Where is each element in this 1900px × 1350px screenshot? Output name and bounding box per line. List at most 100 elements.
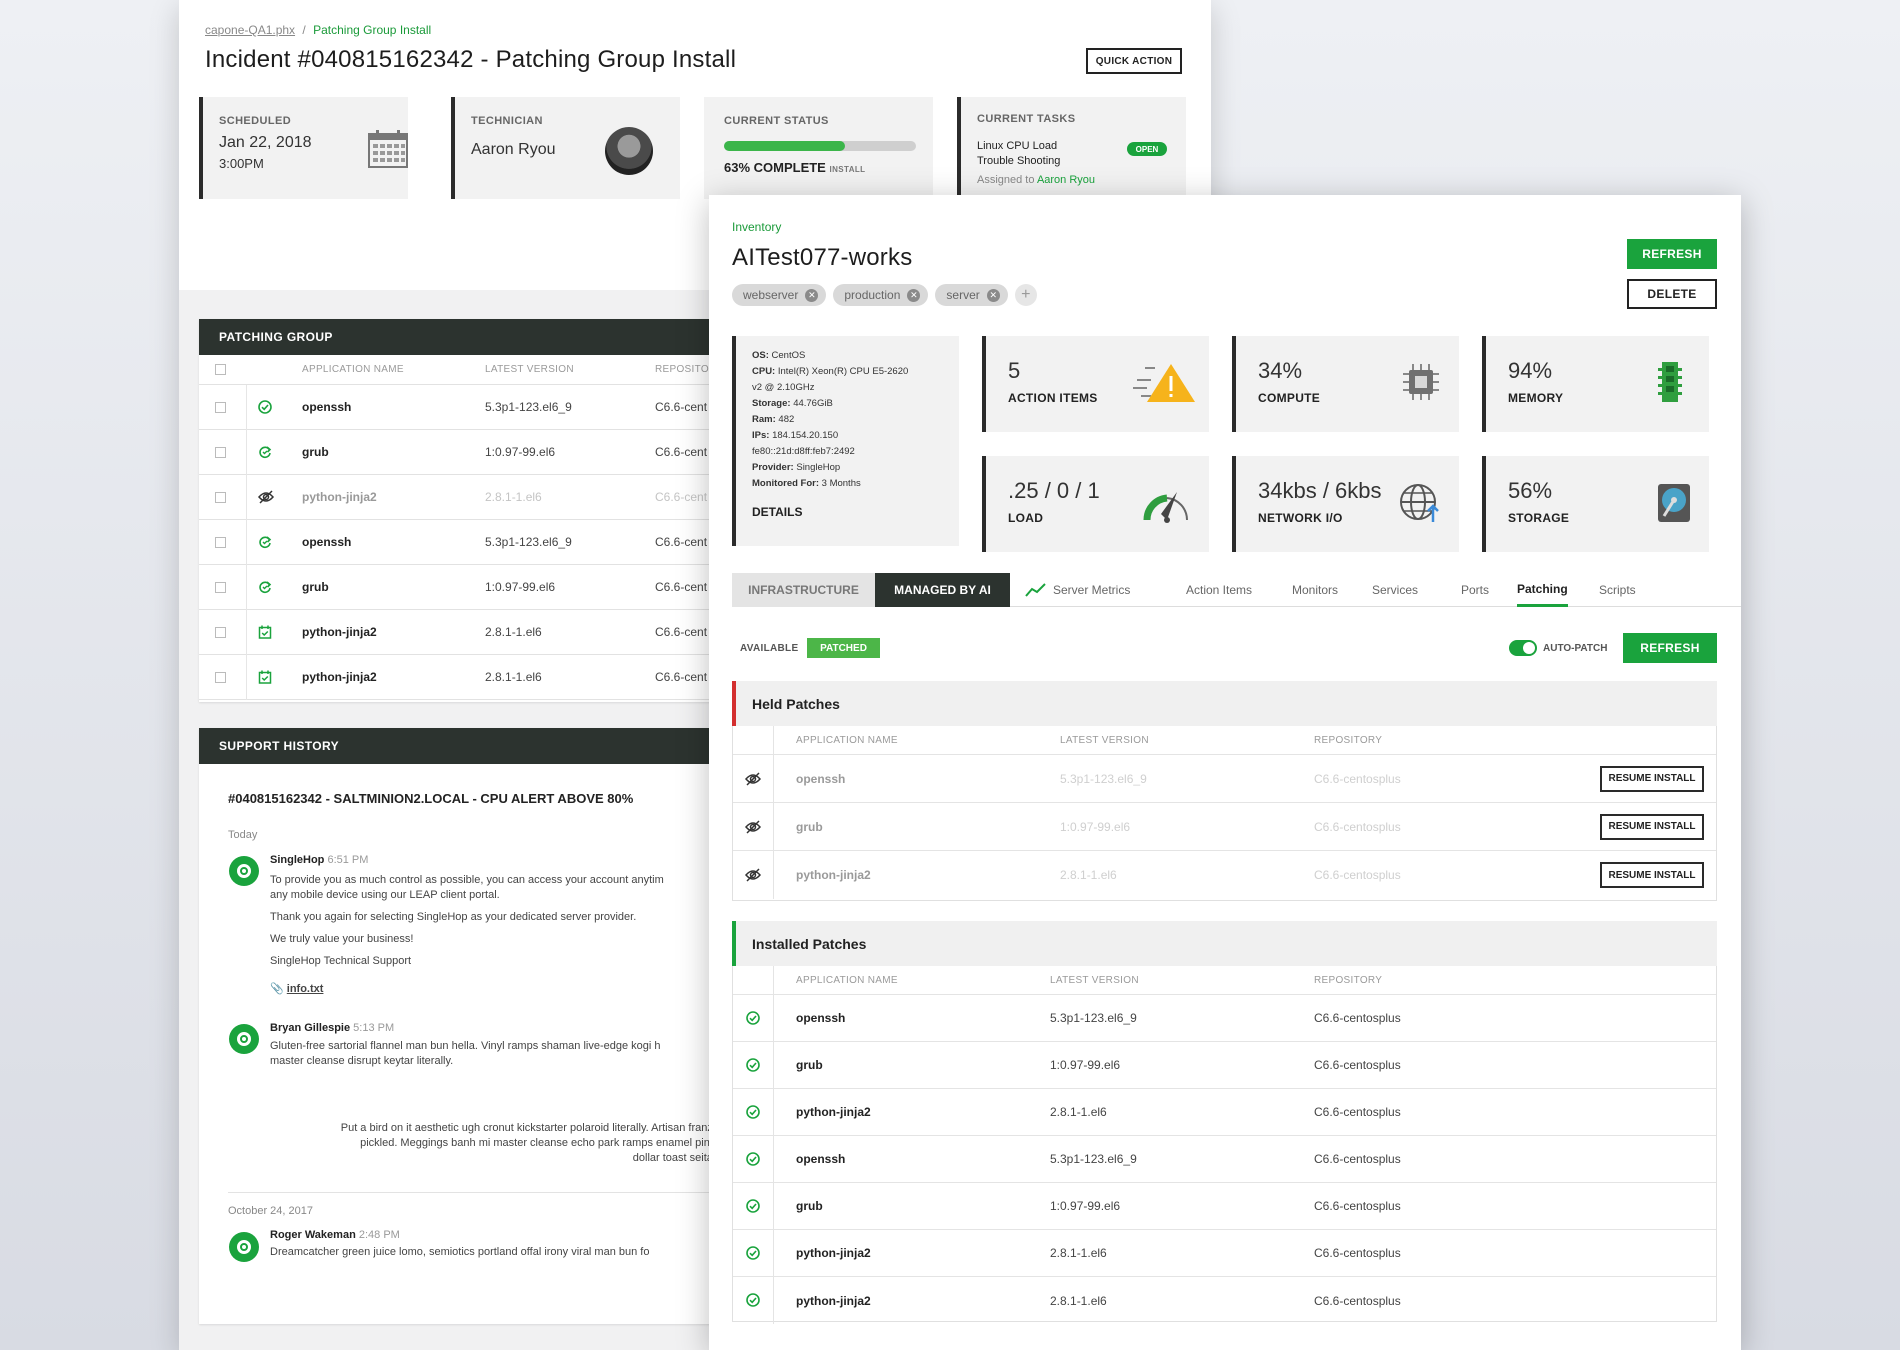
task-line-2[interactable]: Trouble Shooting [977, 155, 1060, 167]
stat-action-items[interactable]: 5 ACTION ITEMS [982, 336, 1209, 432]
assigned-name[interactable]: Aaron Ryou [1037, 174, 1095, 186]
stat-value: 34kbs / 6kbs [1258, 478, 1382, 503]
inventory-breadcrumb[interactable]: Inventory [732, 220, 781, 234]
resume-install-button[interactable]: RESUME INSTALL [1600, 813, 1704, 840]
row-divider [246, 385, 247, 430]
repository: C6.6-centosplus [1314, 1152, 1401, 1166]
stat-storage[interactable]: 56% STORAGE [1482, 456, 1709, 552]
latest-version: 2.8.1-1.el6 [1050, 1293, 1107, 1308]
details-link[interactable]: DETAILS [752, 504, 959, 520]
os-value: CentOS [771, 350, 806, 361]
stat-label: MEMORY [1508, 391, 1564, 405]
tasks-card: CURRENT TASKS Linux CPU Load Trouble Sho… [957, 97, 1186, 199]
storage-label: Storage: [752, 398, 791, 409]
tag-server[interactable]: server ✕ [935, 284, 1008, 306]
task-line-1[interactable]: Linux CPU Load [977, 140, 1057, 152]
tab-managed-by-ai[interactable]: MANAGED BY AI [875, 573, 1010, 607]
table-row[interactable]: python-jinja2 2.8.1-1.el6 C6.6-cent [199, 475, 719, 520]
filter-patched[interactable]: PATCHED [807, 638, 880, 658]
col-app-name: APPLICATION NAME [302, 364, 404, 375]
close-icon[interactable]: ✕ [986, 288, 1000, 302]
held-patches: Held Patches APPLICATION NAME LATEST VER… [732, 681, 1717, 901]
tab-server-metrics[interactable]: Server Metrics [1025, 573, 1130, 607]
stat-network-io[interactable]: 34kbs / 6kbs NETWORK I/O [1232, 456, 1459, 552]
table-row[interactable]: grub 1:0.97-99.el6 C6.6-cent [199, 430, 719, 475]
stat-memory[interactable]: 94% MEMORY [1482, 336, 1709, 432]
resume-install-button[interactable]: RESUME INSTALL [1600, 765, 1704, 792]
filter-available[interactable]: AVAILABLE [740, 643, 798, 654]
stat-label: LOAD [1008, 511, 1044, 525]
warning-icon [1133, 364, 1195, 402]
stat-compute[interactable]: 34% COMPUTE [1232, 336, 1459, 432]
row-checkbox[interactable] [215, 401, 226, 413]
select-all-checkbox[interactable] [215, 364, 226, 375]
monitored-row: Monitored For: 3 Months [752, 476, 959, 492]
close-icon[interactable]: ✕ [805, 288, 819, 302]
row-checkbox[interactable] [215, 446, 226, 458]
app-name: openssh [796, 1011, 846, 1025]
table-row: python-jinja2 2.8.1-1.el6 C6.6-centosplus [733, 1089, 1716, 1136]
breadcrumb: capone-QA1.phx / Patching Group Install [205, 23, 431, 37]
resume-install-button[interactable]: RESUME INSTALL [1600, 862, 1704, 888]
provider-value: SingleHop [796, 462, 841, 473]
table-row: python-jinja2 2.8.1-1.el6 C6.6-centosplus [733, 1277, 1716, 1324]
storage-value: 44.76GiB [793, 398, 833, 409]
memory-icon [1658, 362, 1682, 402]
row-checkbox[interactable] [215, 536, 226, 548]
ram-label: Ram: [752, 414, 776, 425]
tab-services[interactable]: Services [1372, 573, 1418, 607]
refresh-button[interactable]: REFRESH [1627, 239, 1717, 269]
quote-line-1: Put a bird on it aesthetic ugh cronut ki… [340, 1122, 719, 1134]
held-patches-title: Held Patches [732, 681, 1717, 726]
table-row[interactable]: python-jinja2 2.8.1-1.el6 C6.6-cent [199, 610, 719, 655]
inventory-panel: Inventory AITest077-works REFRESH DELETE… [709, 195, 1741, 1350]
app-name: openssh [796, 1152, 846, 1166]
eye-slash-icon [745, 772, 761, 789]
breadcrumb-current: Patching Group Install [313, 23, 432, 37]
attachment-name[interactable]: info.txt [287, 983, 324, 995]
line-chart-icon [1025, 583, 1046, 597]
app-name: grub [796, 1058, 823, 1072]
tab-action-items[interactable]: Action Items [1186, 573, 1252, 607]
row-checkbox[interactable] [215, 671, 226, 683]
table-row: openssh 5.3p1-123.el6_9 C6.6-centosplus [733, 1136, 1716, 1183]
message-1-line-5: SingleHop Technical Support [270, 955, 412, 967]
tag-production[interactable]: production ✕ [833, 284, 929, 306]
row-divider [246, 655, 247, 700]
technician-label: TECHNICIAN [471, 115, 543, 127]
table-row[interactable]: grub 1:0.97-99.el6 C6.6-cent [199, 565, 719, 610]
stat-load[interactable]: .25 / 0 / 1 LOAD [982, 456, 1209, 552]
tab-ports[interactable]: Ports [1461, 573, 1489, 607]
message-2-line-2: master cleanse disrupt keytar literally. [270, 1055, 454, 1067]
add-tag-icon[interactable]: + [1014, 284, 1037, 306]
check-circle-icon [746, 1058, 760, 1075]
eye-slash-icon [745, 820, 761, 837]
table-row[interactable]: openssh 5.3p1-123.el6_9 C6.6-cent [199, 520, 719, 565]
row-divider [246, 430, 247, 475]
attachment[interactable]: 📎 info.txt [270, 982, 323, 995]
quick-action-button[interactable]: QUICK ACTION [1086, 48, 1182, 74]
delete-button[interactable]: DELETE [1627, 279, 1717, 309]
tab-scripts[interactable]: Scripts [1599, 573, 1636, 607]
tab-infrastructure[interactable]: INFRASTRUCTURE [732, 573, 875, 607]
row-checkbox[interactable] [215, 626, 226, 638]
row-checkbox[interactable] [215, 491, 226, 503]
installed-patches-title: Installed Patches [732, 921, 1717, 966]
tab-patching[interactable]: Patching [1517, 573, 1568, 607]
table-row[interactable]: openssh 5.3p1-123.el6_9 C6.6-cent [199, 385, 719, 430]
patching-group-columns: APPLICATION NAME LATEST VERSION REPOSITO… [199, 355, 719, 385]
auto-patch-toggle[interactable] [1509, 640, 1537, 656]
technician-name[interactable]: Aaron Ryou [471, 141, 556, 159]
table-row[interactable]: python-jinja2 2.8.1-1.el6 C6.6-cent [199, 655, 719, 700]
app-name: openssh [302, 535, 352, 549]
patching-group-table: PATCHING GROUP APPLICATION NAME LATEST V… [199, 319, 719, 702]
row-checkbox[interactable] [215, 581, 226, 593]
tab-monitors[interactable]: Monitors [1292, 573, 1338, 607]
close-icon[interactable]: ✕ [907, 288, 921, 302]
patches-refresh-button[interactable]: REFRESH [1623, 633, 1717, 663]
breadcrumb-host[interactable]: capone-QA1.phx [205, 23, 295, 37]
row-divider [773, 755, 774, 803]
tag-webserver[interactable]: webserver ✕ [732, 284, 827, 306]
message-2-author: Bryan Gillespie [270, 1022, 351, 1034]
ticket-title[interactable]: #040815162342 - SALTMINION2.LOCAL - CPU … [228, 791, 633, 806]
